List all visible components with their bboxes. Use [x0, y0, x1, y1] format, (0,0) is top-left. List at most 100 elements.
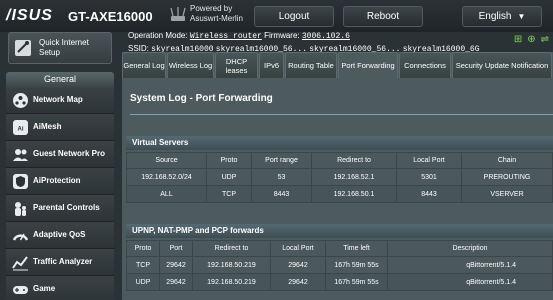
virtual-servers-header: Virtual Servers	[126, 136, 553, 150]
sidebar-item-label: Parental Controls	[33, 203, 100, 212]
wifi-status-icon[interactable]: ⊕	[527, 34, 535, 45]
firmware-link[interactable]: 3006.102.6	[302, 32, 350, 41]
quick-internet-setup-button[interactable]: Quick Internet Setup	[8, 32, 112, 64]
tab-dhcp-leases[interactable]: DHCP leases	[215, 52, 258, 78]
table-cell: 167h 59m 55s	[325, 273, 388, 291]
table-cell: qBittorrent/5.1.4	[387, 273, 553, 291]
column-header: Port	[159, 240, 193, 257]
sidebar-item-label: Game	[33, 284, 56, 293]
network-status-icon[interactable]: ⊞	[514, 34, 522, 45]
table-row: TCP 29642 192.168.50.219 29642 167h 59m …	[126, 256, 553, 274]
virtual-servers-table: Source Proto Port range Redirect to Loca…	[126, 152, 553, 203]
chevron-down-icon: ▼	[517, 12, 526, 21]
table-cell: 29642	[159, 256, 193, 274]
table-cell: ALL	[126, 185, 207, 203]
aiprotection-icon	[13, 174, 28, 189]
sidebar-item-aiprotection[interactable]: AiProtection	[6, 168, 114, 195]
tab-connections[interactable]: Connections	[399, 52, 451, 78]
adaptive-qos-icon	[12, 233, 29, 241]
table-cell: VSERVER	[461, 185, 553, 203]
sidebar-item-label: Network Map	[33, 95, 83, 104]
qis-label: Quick Internet Setup	[39, 38, 89, 57]
network-map-icon	[13, 93, 28, 108]
tab-ipv6[interactable]: IPv6	[259, 52, 284, 78]
top-header: /ISUS GT-AXE16000 Powered by Asuswrt-Mer…	[0, 0, 553, 32]
column-header: Time left	[325, 240, 388, 257]
table-row: ALL TCP 8443 192.168.50.1 8443 VSERVER	[126, 185, 553, 203]
router-icon	[170, 7, 186, 21]
upnp-header: UPNP, NAT-PMP and PCP forwards	[126, 224, 553, 238]
table-row: UDP 29642 192.168.50.219 29642 167h 59m …	[126, 273, 553, 291]
powered-by: Powered by Asuswrt-Merlin	[190, 4, 243, 23]
main-content: General Log Wireless Log DHCP leases IPv…	[122, 52, 553, 300]
svg-text:Ai: Ai	[18, 127, 24, 133]
firmware-label: Firmware:	[264, 31, 300, 40]
tab-port-forwarding[interactable]: Port Forwarding	[338, 52, 398, 78]
table-cell: PREROUTING	[461, 168, 553, 186]
parental-controls-icon	[15, 202, 26, 216]
reboot-button[interactable]: Reboot	[343, 6, 423, 27]
column-header: Description	[387, 240, 553, 257]
tab-general-log[interactable]: General Log	[122, 52, 166, 78]
sidebar-item-guest-network-pro[interactable]: Guest Network Pro	[6, 141, 114, 168]
column-header: Local Port	[396, 152, 462, 169]
status-icons: ⊞ ⊕ ⇌	[514, 34, 549, 45]
page-title: System Log - Port Forwarding	[130, 93, 273, 104]
tab-routing-table[interactable]: Routing Table	[285, 52, 337, 78]
table-cell: UDP	[206, 168, 252, 186]
sidebar: General Network Map Ai AiMesh Guest Netw…	[6, 72, 114, 300]
sidebar-item-parental-controls[interactable]: Parental Controls	[6, 195, 114, 222]
table-cell: UDP	[126, 273, 160, 291]
table-cell: TCP	[126, 256, 160, 274]
model-name: GT-AXE16000	[68, 9, 153, 24]
sidebar-item-network-map[interactable]: Network Map	[6, 87, 114, 114]
sidebar-item-label: Traffic Analyzer	[33, 257, 93, 266]
setup-wand-icon	[15, 40, 31, 56]
upnp-table: Proto Port Redirect to Local Port Time l…	[126, 240, 553, 291]
sidebar-item-label: AiMesh	[33, 122, 62, 131]
table-cell: 192.168.50.219	[192, 256, 271, 274]
table-cell: qBittorrent/5.1.4	[387, 256, 553, 274]
column-header: Chain	[461, 152, 553, 169]
table-cell: 29642	[159, 273, 193, 291]
table-cell: 5301	[396, 168, 462, 186]
table-cell: 29642	[270, 256, 326, 274]
language-label: English	[478, 11, 512, 22]
language-select[interactable]: English ▼	[462, 6, 542, 27]
op-mode-label: Operation Mode:	[128, 31, 188, 40]
column-header: Redirect to	[311, 152, 397, 169]
table-cell: TCP	[206, 185, 252, 203]
game-icon	[13, 286, 28, 294]
sidebar-item-label: AiProtection	[33, 176, 81, 185]
table-cell: 8443	[396, 185, 462, 203]
column-header: Source	[126, 152, 207, 169]
sidebar-item-adaptive-qos[interactable]: Adaptive QoS	[6, 222, 114, 249]
table-cell: 29642	[270, 273, 326, 291]
table-cell: 192.168.50.219	[192, 273, 271, 291]
column-header: Proto	[126, 240, 160, 257]
table-row: 192.168.52.0/24 UDP 53 192.168.52.1 5301…	[126, 168, 553, 186]
asus-logo: /ISUS	[6, 7, 53, 24]
tab-wireless-log[interactable]: Wireless Log	[167, 52, 214, 78]
table-cell: 53	[251, 168, 312, 186]
logout-button[interactable]: Logout	[254, 6, 334, 27]
table-cell: 192.168.52.1	[311, 168, 397, 186]
aimesh-icon: Ai	[13, 120, 28, 135]
table-cell: 192.168.52.0/24	[126, 168, 207, 186]
traffic-analyzer-icon	[12, 256, 28, 271]
port-forwarding-panel: System Log - Port Forwarding Virtual Ser…	[122, 78, 553, 300]
tab-security-update-notification[interactable]: Security Update Notification	[452, 52, 552, 78]
sidebar-item-label: Adaptive QoS	[33, 230, 86, 239]
guest-network-icon	[13, 149, 28, 161]
sidebar-item-game[interactable]: Game	[6, 276, 114, 300]
sidebar-item-label: Guest Network Pro	[33, 149, 106, 158]
usb-status-icon[interactable]: ⇌	[541, 34, 549, 45]
sidebar-item-aimesh[interactable]: Ai AiMesh	[6, 114, 114, 141]
sidebar-item-traffic-analyzer[interactable]: Traffic Analyzer	[6, 249, 114, 276]
column-header: Proto	[206, 152, 252, 169]
column-header: Redirect to	[192, 240, 271, 257]
op-mode-link[interactable]: Wireless router	[190, 32, 262, 41]
column-header: Port range	[251, 152, 312, 169]
sidebar-general-header: General	[6, 72, 114, 87]
log-tabs: General Log Wireless Log DHCP leases IPv…	[122, 52, 552, 78]
